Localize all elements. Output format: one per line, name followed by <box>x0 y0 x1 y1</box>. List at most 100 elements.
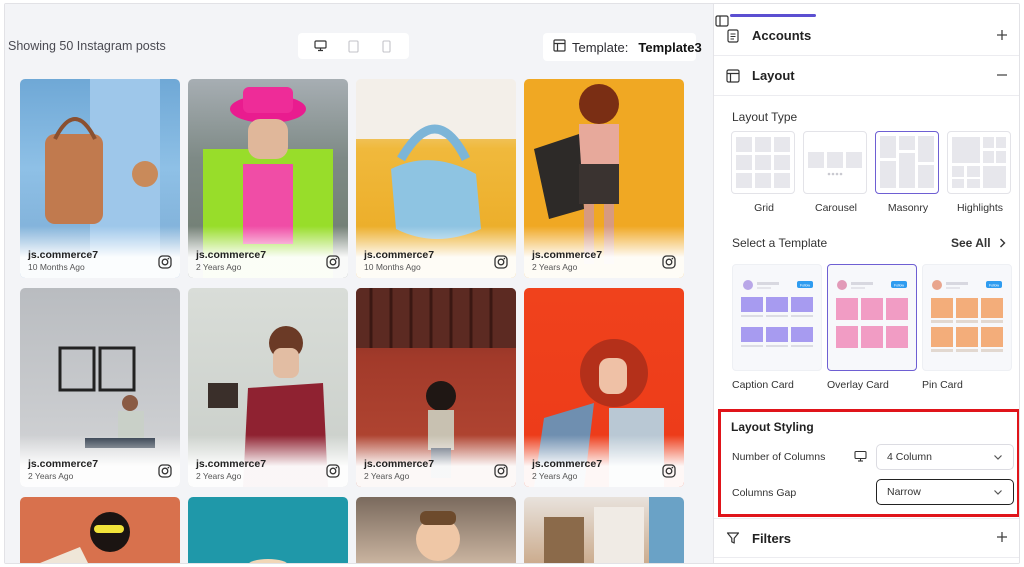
tablet-icon[interactable] <box>344 36 364 56</box>
post-time: 2 Years Ago <box>196 471 242 481</box>
layout-option-label: Carousel <box>814 202 858 214</box>
highlights-thumbnail <box>952 137 1006 188</box>
post-photo <box>416 511 460 561</box>
post-photo <box>40 512 130 563</box>
columns-select[interactable]: 4 Column <box>876 444 1014 470</box>
instagram-icon <box>662 255 676 269</box>
number-of-columns-label: Number of Columns <box>732 451 826 463</box>
post-username: js.commerce7 <box>532 249 603 261</box>
post-time: 10 Months Ago <box>364 262 421 272</box>
post-card[interactable] <box>20 497 180 563</box>
instagram-icon <box>326 255 340 269</box>
see-all-link[interactable]: See All <box>951 236 1006 250</box>
layout-type-options: Grid Carousel Masonry Highlights <box>731 131 1013 214</box>
chevron-down-icon <box>994 455 1002 460</box>
template-layout-icon <box>553 39 566 55</box>
template-name: Template3 <box>638 39 702 55</box>
post-card[interactable]: js.commerce7 2 Years Ago <box>188 79 348 278</box>
post-time: 2 Years Ago <box>532 471 578 481</box>
see-all-text: See All <box>951 236 991 250</box>
post-card[interactable] <box>524 497 684 563</box>
post-photo <box>249 559 287 563</box>
post-username: js.commerce7 <box>532 458 603 470</box>
post-card[interactable]: js.commerce7 10 Months Ago <box>20 79 180 278</box>
layout-option-carousel[interactable]: Carousel <box>803 131 869 214</box>
template-option-overlay-card[interactable]: Follow Overlay Card <box>827 264 917 391</box>
instagram-icon <box>158 255 172 269</box>
post-time: 10 Months Ago <box>28 262 85 272</box>
post-time: 2 Years Ago <box>196 262 242 272</box>
instagram-icon <box>158 464 172 478</box>
desktop-icon[interactable] <box>311 36 331 56</box>
instagram-icon <box>494 464 508 478</box>
template-option-label: Caption Card <box>732 379 794 391</box>
expand-plus-icon[interactable] <box>996 29 1010 43</box>
post-time: 2 Years Ago <box>532 262 578 272</box>
columns-select-value: 4 Column <box>887 451 932 463</box>
post-card[interactable]: js.commerce7 2 Years Ago <box>524 79 684 278</box>
instagram-icon <box>662 464 676 478</box>
post-photo <box>544 497 684 563</box>
layout-option-label: Highlights <box>956 202 1004 214</box>
instagram-icon <box>326 464 340 478</box>
accounts-icon <box>726 28 740 43</box>
template-option-caption-card[interactable]: Follow Caption Card <box>732 264 822 391</box>
post-username: js.commerce7 <box>28 458 99 470</box>
layout-title: Layout <box>752 68 795 83</box>
layout-option-masonry[interactable]: Masonry <box>875 131 941 214</box>
template-option-label: Pin Card <box>922 379 963 391</box>
template-option-pin-card[interactable]: Follow Pin Card <box>922 264 1012 391</box>
post-time: 2 Years Ago <box>364 471 410 481</box>
caption-card-thumbnail: Follow <box>741 280 813 347</box>
layout-option-highlights[interactable]: Highlights <box>947 131 1013 214</box>
follow-badge-text: Follow <box>894 284 905 288</box>
feed-preview: Showing 50 Instagram posts Template: Tem… <box>5 4 713 563</box>
post-time: 2 Years Ago <box>28 471 74 481</box>
instagram-icon <box>494 255 508 269</box>
post-username: js.commerce7 <box>196 458 267 470</box>
columns-gap-label: Columns Gap <box>732 487 797 499</box>
layout-option-grid[interactable]: Grid <box>731 131 797 214</box>
filter-icon <box>726 531 740 545</box>
layout-option-label: Masonry <box>887 202 929 214</box>
select-template-label: Select a Template <box>732 236 828 250</box>
device-switcher <box>298 33 409 59</box>
posts-count-text: Showing 50 Instagram posts <box>8 39 166 53</box>
post-card[interactable]: js.commerce7 2 Years Ago <box>356 288 516 487</box>
template-options: Follow Caption Card Follow Overlay Card … <box>732 264 1012 391</box>
collapse-minus-icon[interactable] <box>996 69 1010 83</box>
follow-badge-text: Follow <box>989 284 1000 288</box>
post-card[interactable]: js.commerce7 2 Years Ago <box>524 288 684 487</box>
layout-section-header[interactable]: Layout <box>714 56 1019 96</box>
post-card[interactable]: js.commerce7 10 Months Ago <box>356 79 516 278</box>
layout-icon <box>726 68 740 83</box>
accounts-section-header[interactable]: Accounts <box>714 16 1019 56</box>
chevron-right-icon <box>999 238 1006 248</box>
columns-gap-select-value: Narrow <box>887 486 921 498</box>
layout-option-label: Grid <box>754 202 774 214</box>
accounts-title: Accounts <box>752 28 812 43</box>
post-username: js.commerce7 <box>364 249 435 261</box>
post-card[interactable] <box>188 497 348 563</box>
pin-card-thumbnail: Follow <box>931 280 1003 352</box>
desktop-icon[interactable] <box>854 450 867 463</box>
post-card[interactable] <box>356 497 516 563</box>
expand-plus-icon[interactable] <box>996 531 1010 545</box>
mobile-icon[interactable] <box>377 36 397 56</box>
post-card[interactable]: js.commerce7 2 Years Ago <box>188 288 348 487</box>
chevron-down-icon <box>994 490 1002 495</box>
template-indicator[interactable]: Template: Template3 <box>543 33 702 61</box>
follow-badge-text: Follow <box>800 284 811 288</box>
app-frame: Showing 50 Instagram posts Template: Tem… <box>4 3 1020 564</box>
filters-section-header[interactable]: Filters <box>714 518 1019 558</box>
posts-grid: js.commerce7 10 Months Ago js.commerce7 … <box>20 79 686 563</box>
carousel-thumbnail <box>808 152 862 176</box>
settings-panel: Accounts Layout Layout Type Grid Carouse… <box>713 4 1019 563</box>
template-label: Template: <box>572 39 629 55</box>
post-card[interactable]: js.commerce7 2 Years Ago <box>20 288 180 487</box>
layout-type-label: Layout Type <box>732 110 798 124</box>
filters-title: Filters <box>752 530 792 546</box>
overlay-card-thumbnail: Follow <box>836 280 908 348</box>
columns-gap-select[interactable]: Narrow <box>876 479 1014 505</box>
template-option-label: Overlay Card <box>827 379 889 391</box>
